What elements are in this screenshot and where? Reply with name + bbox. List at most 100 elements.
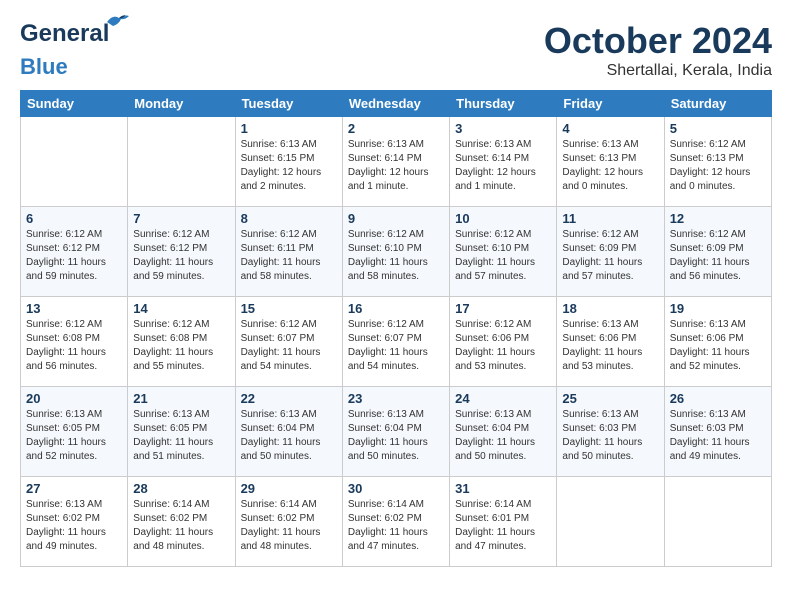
cell-sunrise: Sunrise: 6:12 AM bbox=[26, 229, 102, 240]
cell-sunset: Sunset: 6:09 PM bbox=[562, 243, 636, 254]
cell-daylight: Daylight: 11 hours and 50 minutes. bbox=[455, 437, 535, 462]
cell-sunrise: Sunrise: 6:13 AM bbox=[348, 139, 424, 150]
cell-sunset: Sunset: 6:02 PM bbox=[348, 513, 422, 524]
cell-sunset: Sunset: 6:11 PM bbox=[241, 243, 314, 254]
calendar-cell: 31 Sunrise: 6:14 AM Sunset: 6:01 PM Dayl… bbox=[450, 477, 557, 567]
cell-daylight: Daylight: 11 hours and 47 minutes. bbox=[455, 527, 535, 552]
logo-general: General bbox=[20, 20, 109, 47]
cell-sunrise: Sunrise: 6:13 AM bbox=[562, 409, 638, 420]
cell-sunrise: Sunrise: 6:13 AM bbox=[133, 409, 209, 420]
cell-sunset: Sunset: 6:05 PM bbox=[133, 423, 207, 434]
cell-sunrise: Sunrise: 6:14 AM bbox=[348, 499, 424, 510]
calendar-cell: 14 Sunrise: 6:12 AM Sunset: 6:08 PM Dayl… bbox=[128, 297, 235, 387]
calendar-cell: 5 Sunrise: 6:12 AM Sunset: 6:13 PM Dayli… bbox=[664, 117, 771, 207]
cell-sunset: Sunset: 6:03 PM bbox=[562, 423, 636, 434]
cell-daylight: Daylight: 12 hours and 1 minute. bbox=[348, 167, 429, 192]
calendar-cell: 21 Sunrise: 6:13 AM Sunset: 6:05 PM Dayl… bbox=[128, 387, 235, 477]
cell-sunset: Sunset: 6:08 PM bbox=[26, 333, 100, 344]
day-number: 23 bbox=[348, 391, 444, 406]
cell-sunset: Sunset: 6:13 PM bbox=[670, 153, 744, 164]
header-friday: Friday bbox=[557, 91, 664, 117]
location: Shertallai, Kerala, India bbox=[544, 62, 772, 80]
calendar-cell: 10 Sunrise: 6:12 AM Sunset: 6:10 PM Dayl… bbox=[450, 207, 557, 297]
header-thursday: Thursday bbox=[450, 91, 557, 117]
calendar-cell: 1 Sunrise: 6:13 AM Sunset: 6:15 PM Dayli… bbox=[235, 117, 342, 207]
calendar-cell: 3 Sunrise: 6:13 AM Sunset: 6:14 PM Dayli… bbox=[450, 117, 557, 207]
calendar-cell: 18 Sunrise: 6:13 AM Sunset: 6:06 PM Dayl… bbox=[557, 297, 664, 387]
day-number: 22 bbox=[241, 391, 337, 406]
cell-sunset: Sunset: 6:13 PM bbox=[562, 153, 636, 164]
cell-sunrise: Sunrise: 6:12 AM bbox=[133, 229, 209, 240]
cell-sunrise: Sunrise: 6:12 AM bbox=[562, 229, 638, 240]
calendar-cell bbox=[128, 117, 235, 207]
calendar-cell: 16 Sunrise: 6:12 AM Sunset: 6:07 PM Dayl… bbox=[342, 297, 449, 387]
page-header: General Blue October 2024 Shertallai, Ke… bbox=[20, 20, 772, 80]
cell-daylight: Daylight: 11 hours and 56 minutes. bbox=[26, 347, 106, 372]
calendar-cell: 19 Sunrise: 6:13 AM Sunset: 6:06 PM Dayl… bbox=[664, 297, 771, 387]
cell-daylight: Daylight: 11 hours and 58 minutes. bbox=[241, 257, 321, 282]
cell-sunrise: Sunrise: 6:13 AM bbox=[455, 139, 531, 150]
calendar-cell bbox=[21, 117, 128, 207]
month-title: October 2024 bbox=[544, 20, 772, 62]
cell-daylight: Daylight: 11 hours and 57 minutes. bbox=[562, 257, 642, 282]
day-number: 9 bbox=[348, 211, 444, 226]
cell-sunrise: Sunrise: 6:13 AM bbox=[562, 139, 638, 150]
cell-sunrise: Sunrise: 6:13 AM bbox=[670, 319, 746, 330]
cell-sunrise: Sunrise: 6:12 AM bbox=[241, 229, 317, 240]
calendar-cell: 27 Sunrise: 6:13 AM Sunset: 6:02 PM Dayl… bbox=[21, 477, 128, 567]
calendar-cell: 2 Sunrise: 6:13 AM Sunset: 6:14 PM Dayli… bbox=[342, 117, 449, 207]
cell-sunrise: Sunrise: 6:12 AM bbox=[455, 319, 531, 330]
calendar-cell: 26 Sunrise: 6:13 AM Sunset: 6:03 PM Dayl… bbox=[664, 387, 771, 477]
logo-bird-icon bbox=[105, 12, 131, 30]
cell-sunset: Sunset: 6:09 PM bbox=[670, 243, 744, 254]
day-number: 28 bbox=[133, 481, 229, 496]
calendar-cell: 8 Sunrise: 6:12 AM Sunset: 6:11 PM Dayli… bbox=[235, 207, 342, 297]
calendar-cell: 28 Sunrise: 6:14 AM Sunset: 6:02 PM Dayl… bbox=[128, 477, 235, 567]
cell-daylight: Daylight: 11 hours and 54 minutes. bbox=[348, 347, 428, 372]
day-number: 27 bbox=[26, 481, 122, 496]
cell-sunrise: Sunrise: 6:14 AM bbox=[241, 499, 317, 510]
logo-blue: Blue bbox=[20, 54, 68, 79]
header-row: SundayMondayTuesdayWednesdayThursdayFrid… bbox=[21, 91, 772, 117]
header-wednesday: Wednesday bbox=[342, 91, 449, 117]
cell-sunrise: Sunrise: 6:13 AM bbox=[348, 409, 424, 420]
logo: General Blue bbox=[20, 20, 109, 80]
cell-sunrise: Sunrise: 6:12 AM bbox=[26, 319, 102, 330]
cell-sunset: Sunset: 6:02 PM bbox=[133, 513, 207, 524]
calendar-cell: 4 Sunrise: 6:13 AM Sunset: 6:13 PM Dayli… bbox=[557, 117, 664, 207]
day-number: 16 bbox=[348, 301, 444, 316]
day-number: 2 bbox=[348, 121, 444, 136]
header-saturday: Saturday bbox=[664, 91, 771, 117]
day-number: 1 bbox=[241, 121, 337, 136]
week-row-2: 6 Sunrise: 6:12 AM Sunset: 6:12 PM Dayli… bbox=[21, 207, 772, 297]
cell-sunrise: Sunrise: 6:14 AM bbox=[455, 499, 531, 510]
cell-sunrise: Sunrise: 6:12 AM bbox=[670, 229, 746, 240]
cell-sunset: Sunset: 6:01 PM bbox=[455, 513, 529, 524]
calendar-table: SundayMondayTuesdayWednesdayThursdayFrid… bbox=[20, 90, 772, 567]
calendar-cell: 15 Sunrise: 6:12 AM Sunset: 6:07 PM Dayl… bbox=[235, 297, 342, 387]
cell-sunset: Sunset: 6:12 PM bbox=[26, 243, 100, 254]
cell-daylight: Daylight: 11 hours and 47 minutes. bbox=[348, 527, 428, 552]
cell-daylight: Daylight: 11 hours and 58 minutes. bbox=[348, 257, 428, 282]
cell-sunset: Sunset: 6:14 PM bbox=[348, 153, 422, 164]
day-number: 15 bbox=[241, 301, 337, 316]
cell-daylight: Daylight: 12 hours and 0 minutes. bbox=[562, 167, 643, 192]
day-number: 20 bbox=[26, 391, 122, 406]
cell-sunset: Sunset: 6:15 PM bbox=[241, 153, 315, 164]
cell-sunrise: Sunrise: 6:13 AM bbox=[26, 409, 102, 420]
day-number: 24 bbox=[455, 391, 551, 406]
cell-daylight: Daylight: 12 hours and 0 minutes. bbox=[670, 167, 751, 192]
calendar-cell: 23 Sunrise: 6:13 AM Sunset: 6:04 PM Dayl… bbox=[342, 387, 449, 477]
cell-daylight: Daylight: 11 hours and 49 minutes. bbox=[670, 437, 750, 462]
cell-sunrise: Sunrise: 6:12 AM bbox=[133, 319, 209, 330]
day-number: 19 bbox=[670, 301, 766, 316]
day-number: 4 bbox=[562, 121, 658, 136]
calendar-cell: 17 Sunrise: 6:12 AM Sunset: 6:06 PM Dayl… bbox=[450, 297, 557, 387]
day-number: 30 bbox=[348, 481, 444, 496]
week-row-4: 20 Sunrise: 6:13 AM Sunset: 6:05 PM Dayl… bbox=[21, 387, 772, 477]
cell-sunset: Sunset: 6:06 PM bbox=[670, 333, 744, 344]
calendar-cell: 25 Sunrise: 6:13 AM Sunset: 6:03 PM Dayl… bbox=[557, 387, 664, 477]
cell-sunset: Sunset: 6:02 PM bbox=[26, 513, 100, 524]
cell-sunset: Sunset: 6:07 PM bbox=[241, 333, 315, 344]
calendar-cell: 12 Sunrise: 6:12 AM Sunset: 6:09 PM Dayl… bbox=[664, 207, 771, 297]
